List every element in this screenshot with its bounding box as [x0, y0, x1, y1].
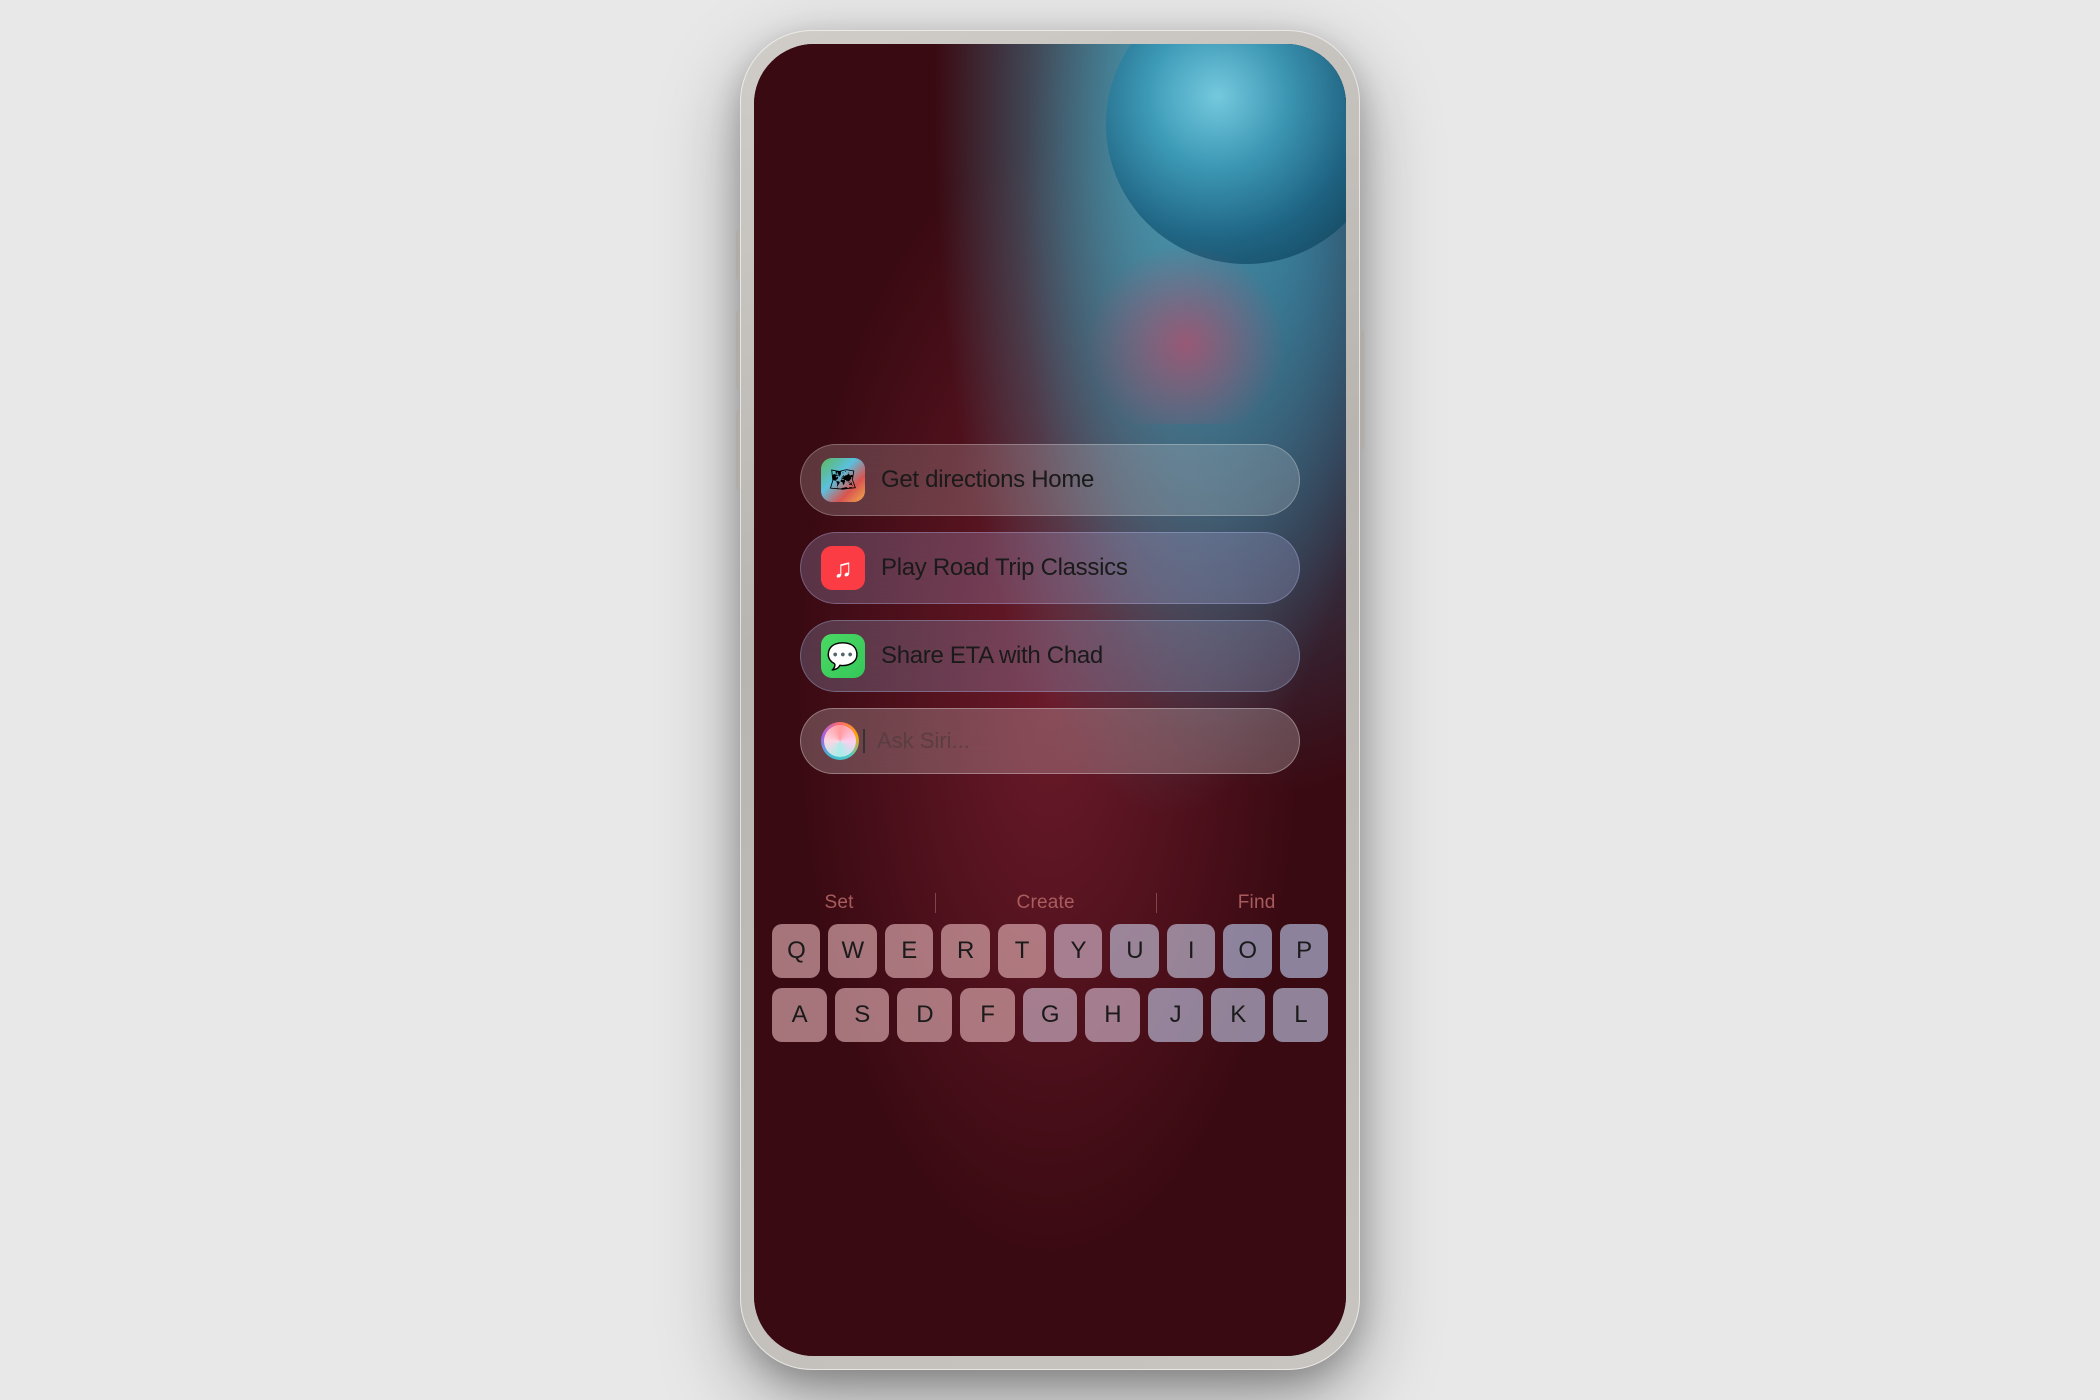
screen-top-area [754, 44, 1346, 424]
key-e[interactable]: E [885, 924, 933, 978]
suggestion-directions-text: Get directions Home [881, 466, 1094, 494]
key-d[interactable]: D [897, 988, 952, 1042]
mute-button[interactable] [736, 230, 740, 280]
key-k[interactable]: K [1211, 988, 1266, 1042]
messages-app-icon: 💬 [821, 634, 865, 678]
maps-app-icon: 🗺 [821, 458, 865, 502]
quick-action-set[interactable]: Set [824, 892, 853, 914]
music-icon-symbol: ♫ [833, 553, 853, 584]
key-y[interactable]: Y [1054, 924, 1102, 978]
key-j[interactable]: J [1148, 988, 1203, 1042]
suggestion-music-text: Play Road Trip Classics [881, 554, 1128, 582]
suggestion-messages-text: Share ETA with Chad [881, 642, 1103, 670]
key-o[interactable]: O [1223, 924, 1271, 978]
key-t[interactable]: T [998, 924, 1046, 978]
quick-action-create[interactable]: Create [1017, 892, 1075, 914]
suggestion-messages[interactable]: 💬 Share ETA with Chad [800, 620, 1300, 692]
siri-input-bar[interactable]: Ask Siri... [800, 708, 1300, 774]
volume-down-button[interactable] [736, 410, 740, 490]
key-q[interactable]: Q [772, 924, 820, 978]
key-s[interactable]: S [835, 988, 890, 1042]
key-h[interactable]: H [1085, 988, 1140, 1042]
keyboard-keys: Q W E R T Y U I O P A S D [764, 924, 1336, 1042]
red-glow-decoration [1086, 244, 1286, 424]
divider-2 [1156, 893, 1157, 913]
key-r[interactable]: R [941, 924, 989, 978]
music-app-icon: ♫ [821, 546, 865, 590]
key-i[interactable]: I [1167, 924, 1215, 978]
key-a[interactable]: A [772, 988, 827, 1042]
keyboard-row-2: A S D F G H J K L [772, 988, 1328, 1042]
divider-1 [935, 893, 936, 913]
maps-icon-inner: 🗺 [821, 458, 865, 502]
suggestion-music[interactable]: ♫ Play Road Trip Classics [800, 532, 1300, 604]
key-p[interactable]: P [1280, 924, 1328, 978]
power-button[interactable] [1360, 330, 1364, 450]
messages-icon-symbol: 💬 [827, 641, 859, 672]
teal-sphere-decoration [1106, 44, 1346, 264]
key-u[interactable]: U [1110, 924, 1158, 978]
siri-cursor [863, 729, 865, 753]
key-l[interactable]: L [1273, 988, 1328, 1042]
phone-frame: 🗺 Get directions Home ♫ Play Road Trip C… [740, 30, 1360, 1370]
screen-background: 🗺 Get directions Home ♫ Play Road Trip C… [754, 44, 1346, 1356]
quick-action-find[interactable]: Find [1238, 892, 1276, 914]
suggestion-directions[interactable]: 🗺 Get directions Home [800, 444, 1300, 516]
key-f[interactable]: F [960, 988, 1015, 1042]
keyboard-row-1: Q W E R T Y U I O P [772, 924, 1328, 978]
keyboard-area: Set Create Find Q W E R T Y U [754, 876, 1346, 1356]
siri-placeholder-text: Ask Siri... [877, 728, 970, 754]
siri-orb-icon [821, 722, 859, 760]
key-g[interactable]: G [1023, 988, 1078, 1042]
key-w[interactable]: W [828, 924, 876, 978]
siri-suggestions-area: 🗺 Get directions Home ♫ Play Road Trip C… [754, 424, 1346, 876]
phone-screen: 🗺 Get directions Home ♫ Play Road Trip C… [754, 44, 1346, 1356]
quick-actions-row: Set Create Find [764, 876, 1336, 924]
volume-up-button[interactable] [736, 310, 740, 390]
